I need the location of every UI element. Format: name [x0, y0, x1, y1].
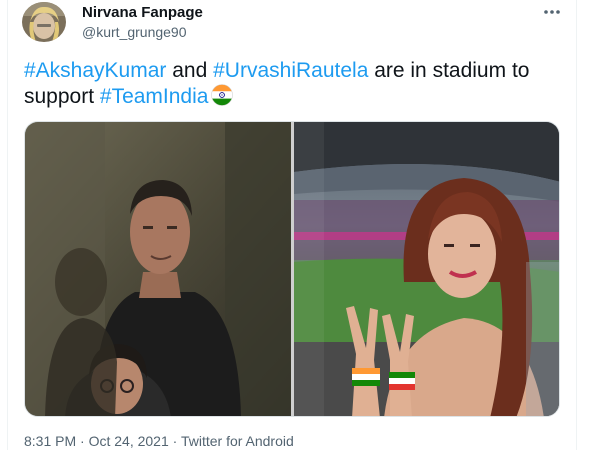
- indian-flag-emoji: [211, 84, 234, 106]
- tweet-card: Nirvana Fanpage @kurt_grunge90 #AkshayKu…: [7, 0, 577, 450]
- meta-separator: ·: [168, 433, 181, 449]
- photo-urvashi-rautela[interactable]: [294, 122, 559, 416]
- hashtag-urvashirautela[interactable]: #UrvashiRautela: [213, 59, 368, 82]
- tweet-text: #AkshayKumar and #UrvashiRautela are in …: [24, 58, 569, 110]
- more-options-button[interactable]: [538, 0, 566, 24]
- tweet-timestamp[interactable]: 8:31 PM · Oct 24, 2021: [24, 433, 169, 449]
- avatar-image: [22, 2, 66, 42]
- tweet-meta: 8:31 PM · Oct 24, 2021 · Twitter for And…: [24, 433, 294, 449]
- hashtag-akshaykumar[interactable]: #AkshayKumar: [24, 59, 166, 82]
- photo-image: [25, 122, 291, 416]
- tweet-text-segment: and: [166, 59, 214, 82]
- tweet-source[interactable]: Twitter for Android: [181, 433, 294, 449]
- more-options-icon: [544, 10, 560, 14]
- photo-image: [294, 122, 559, 416]
- author-handle[interactable]: @kurt_grunge90: [82, 24, 187, 40]
- avatar[interactable]: [22, 2, 66, 42]
- media-grid: [24, 121, 560, 417]
- photo-akshay-kumar[interactable]: [25, 122, 291, 416]
- hashtag-teamindia[interactable]: #TeamIndia: [100, 85, 209, 108]
- author-name[interactable]: Nirvana Fanpage: [82, 4, 203, 21]
